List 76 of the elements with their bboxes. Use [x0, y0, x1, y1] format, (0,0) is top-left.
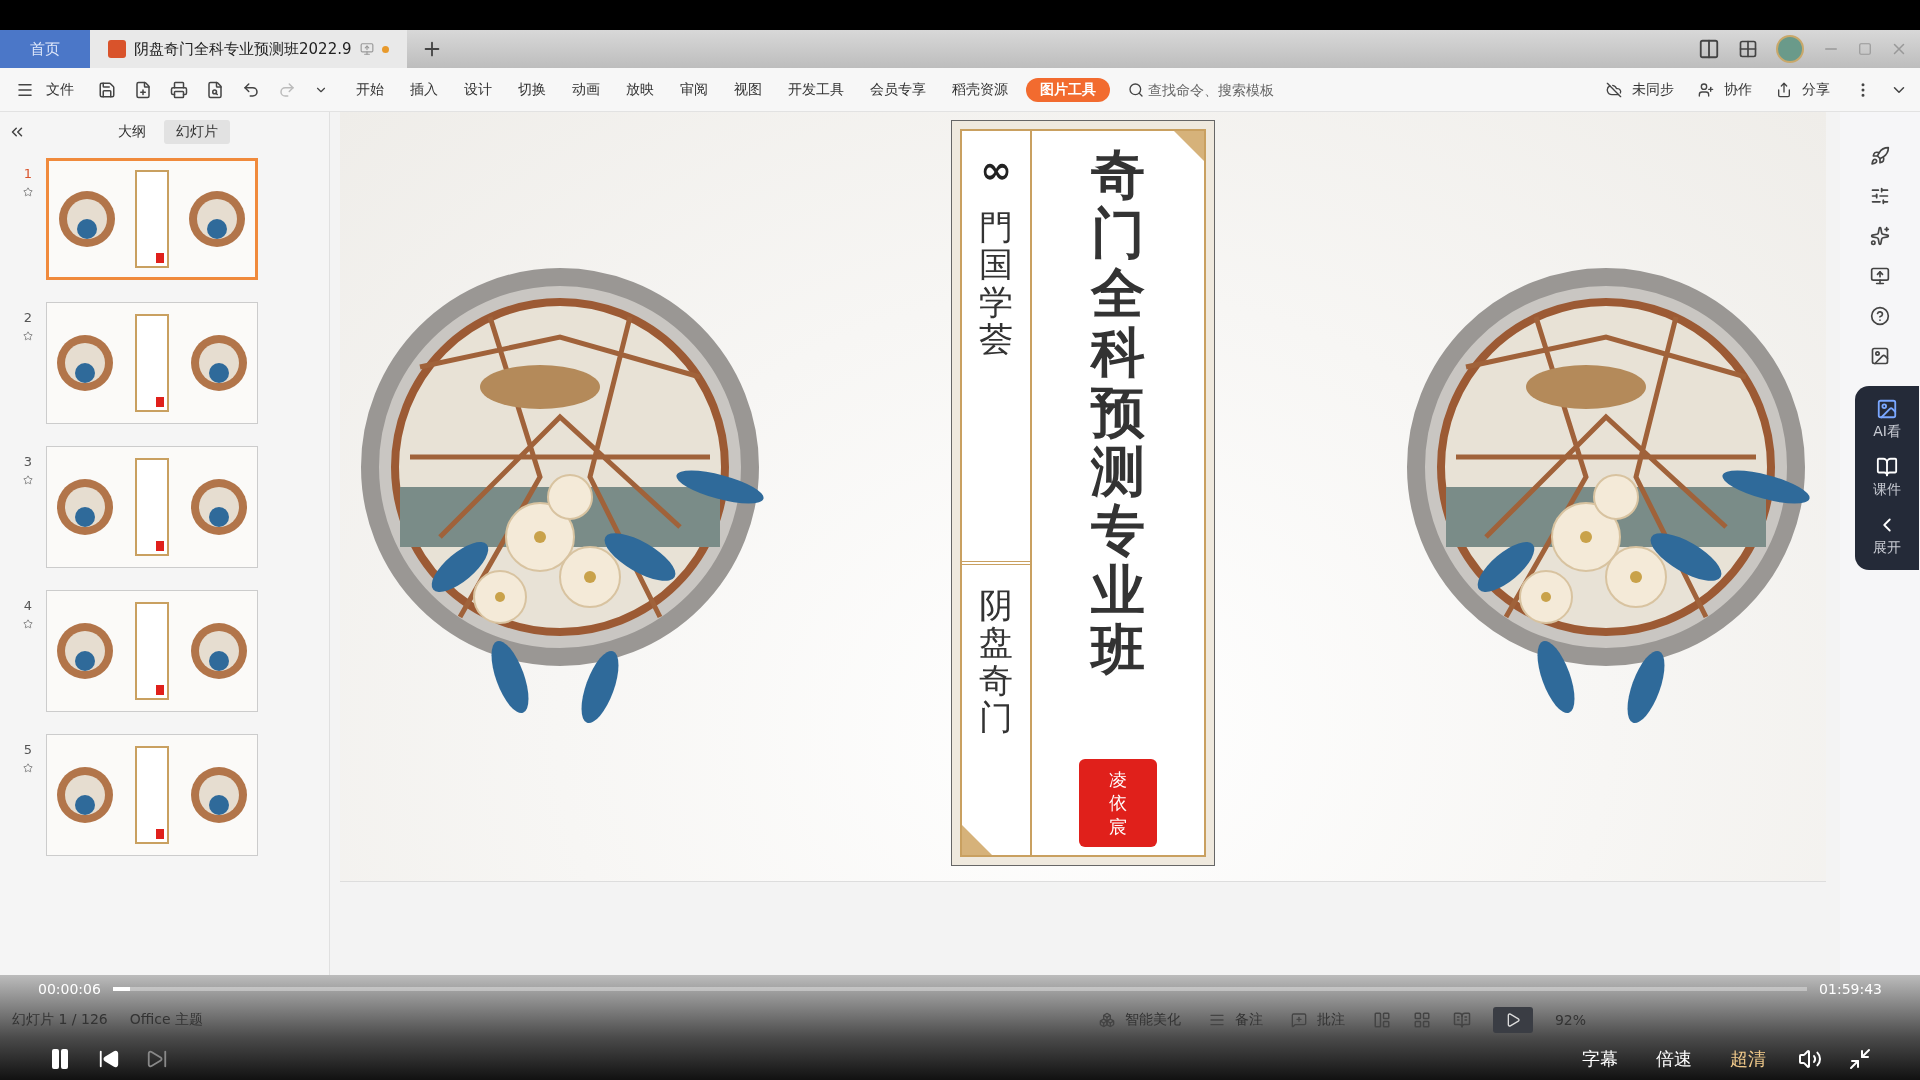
slide-thumbnail[interactable]: [46, 158, 258, 280]
slide-thumbnail[interactable]: [46, 734, 258, 856]
layout-icon[interactable]: [1698, 38, 1720, 60]
player-option-button[interactable]: 超清: [1724, 1045, 1772, 1072]
slide-number: 3: [23, 454, 33, 469]
share-icon[interactable]: [1776, 81, 1792, 98]
elapsed-time: 00:00:06: [38, 981, 101, 997]
sliders-icon[interactable]: [1870, 186, 1890, 206]
document-tab[interactable]: 阴盘奇门全科专业预测班2022.9: [90, 30, 407, 68]
exit-fullscreen-icon[interactable]: [1848, 1046, 1872, 1071]
image-icon[interactable]: [1870, 346, 1890, 366]
dock-button[interactable]: 展开: [1867, 538, 1907, 558]
total-time: 01:59:43: [1819, 981, 1882, 997]
star-icon[interactable]: [1870, 226, 1890, 246]
ribbon-menu-tab[interactable]: 稻壳资源: [952, 80, 1008, 99]
cloud-icon[interactable]: [1606, 81, 1622, 98]
grid-icon[interactable]: [1738, 39, 1758, 59]
ribbon-menu-tab[interactable]: 放映: [626, 80, 654, 99]
theme-name: Office 主题: [129, 1011, 204, 1029]
presentation-file-icon: [108, 40, 126, 58]
star-icon: [23, 331, 33, 341]
ribbon-menu-tab[interactable]: 插入: [410, 80, 438, 99]
ribbon-menu-tab[interactable]: 视图: [734, 80, 762, 99]
player-option-button[interactable]: 字幕: [1576, 1045, 1624, 1072]
ribbon-menu-tab[interactable]: 动画: [572, 80, 600, 99]
search-icon: [1128, 81, 1144, 98]
slideshow-button[interactable]: [1492, 1007, 1533, 1033]
book-icon[interactable]: [1876, 456, 1898, 478]
help-icon[interactable]: [1870, 306, 1890, 326]
screen-icon[interactable]: [1870, 266, 1890, 286]
dock-button[interactable]: AI看: [1867, 422, 1907, 442]
slide-thumbnail[interactable]: [46, 590, 258, 712]
vertical-subtitle: 門国学荟: [979, 209, 1013, 359]
panel-tab[interactable]: 大纲: [106, 120, 158, 144]
ribbon-menu-tab[interactable]: 设计: [464, 80, 492, 99]
slide-counter: 幻灯片 1 / 126: [12, 1011, 108, 1029]
ribbon-menu-tab[interactable]: 切换: [518, 80, 546, 99]
search-field[interactable]: 查找命令、搜索模板: [1146, 80, 1346, 99]
save-icon[interactable]: [98, 80, 116, 99]
undo-icon[interactable]: [242, 80, 260, 99]
monitor-icon: [359, 42, 374, 56]
star-icon: [23, 619, 33, 629]
rocket-icon[interactable]: [1870, 146, 1890, 166]
user-plus-icon[interactable]: [1698, 81, 1714, 98]
vertical-subtitle: 阴盘奇门: [979, 587, 1013, 740]
seal-stamp: 凌依宸: [1079, 759, 1157, 847]
star-icon: [23, 187, 33, 197]
ribbon-menu-tab[interactable]: 开发工具: [788, 80, 844, 99]
print-icon[interactable]: [170, 80, 188, 99]
zoom-level: 92%: [1554, 1012, 1586, 1028]
corner-ornament: [962, 825, 992, 855]
star-icon: [23, 763, 33, 773]
player-option-button[interactable]: 倍速: [1650, 1045, 1698, 1072]
slide-number: 4: [23, 598, 33, 613]
toolbar-action-button[interactable]: 分享: [1796, 79, 1836, 100]
infinity-mark: ∞: [980, 151, 1012, 189]
star-icon: [23, 475, 33, 485]
slide-number: 2: [23, 310, 33, 325]
ribbon-menu-tab[interactable]: 开始: [356, 80, 384, 99]
ribbon-menu-tab[interactable]: 会员专享: [870, 80, 926, 99]
toolbar-action-button[interactable]: 协作: [1718, 79, 1758, 100]
document-tab[interactable]: 首页: [0, 30, 90, 68]
file-menu[interactable]: 文件: [40, 79, 80, 100]
preview-icon[interactable]: [206, 80, 224, 99]
slide-thumbnail[interactable]: [46, 446, 258, 568]
toolbar-action-button[interactable]: 未同步: [1626, 79, 1680, 100]
export-icon[interactable]: [134, 80, 152, 99]
slide-thumbnail[interactable]: [46, 302, 258, 424]
vertical-title: 奇门全科预测专业班: [1091, 145, 1145, 680]
slide-number: 1: [23, 166, 33, 181]
image-icon[interactable]: [1876, 398, 1898, 420]
panel-tab[interactable]: 幻灯片: [164, 120, 230, 144]
ribbon-menu-tab[interactable]: 审阅: [680, 80, 708, 99]
corner-ornament: [1174, 131, 1204, 161]
dock-button[interactable]: 课件: [1867, 480, 1907, 500]
slide-number: 5: [23, 742, 33, 757]
